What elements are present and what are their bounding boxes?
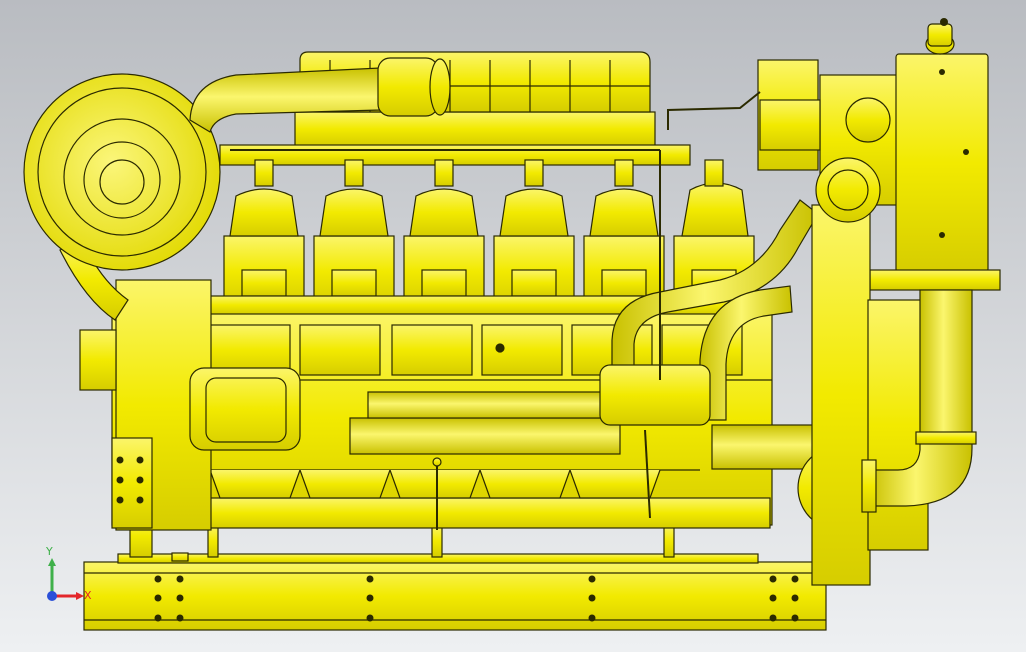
graphics-viewport[interactable]: Y X (0, 0, 1026, 652)
engine-model[interactable] (0, 0, 1026, 652)
coordinate-triad: Y X (38, 546, 92, 610)
y-axis-label: Y (46, 545, 53, 558)
base-rail (83, 553, 827, 631)
x-axis-label: X (84, 589, 92, 602)
